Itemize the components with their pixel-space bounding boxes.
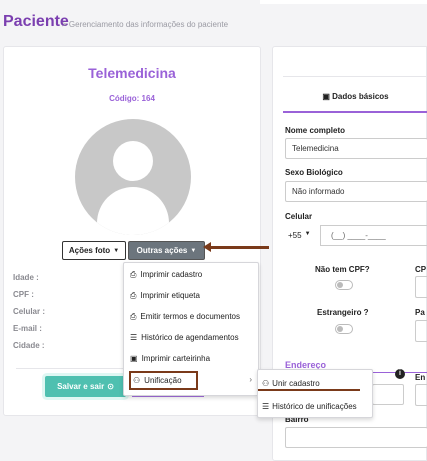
check-circle-icon: ⊙ [107, 382, 114, 391]
pais-label: Pa [415, 308, 425, 317]
salvar-sair-button[interactable]: Salvar e sair ⊙ [45, 376, 126, 397]
nao-tem-cpf-label: Não tem CPF? [315, 265, 370, 274]
tab-dados-basicos[interactable]: ▣ Dados básicos [283, 92, 427, 101]
ddi-select[interactable]: +55 ▼ [288, 231, 311, 240]
patient-info-list: Idade : CPF : Celular : E-mail : Cidade … [13, 269, 45, 354]
submenu-item-historico-unificacoes[interactable]: ☰ Histórico de unificações [262, 397, 357, 415]
list-icon: ☰ [262, 401, 270, 411]
sexo-label: Sexo Biológico [285, 168, 343, 177]
cpf-label: CP [415, 265, 427, 274]
outras-acoes-button[interactable]: Outras ações ▼ [128, 241, 205, 260]
printer-icon: ⎙ [130, 311, 137, 321]
id-card-icon: ▣ [322, 92, 330, 101]
estrangeiro-label: Estrangeiro ? [317, 308, 369, 317]
cpf-input[interactable] [415, 276, 427, 298]
avatar-head-shape [113, 141, 153, 181]
menu-item-label: Emitir termos e documentos [140, 312, 240, 321]
tab-active-indicator [283, 111, 427, 113]
info-label-celular: Celular : [13, 307, 46, 316]
menu-item-unificacao[interactable]: ⚇ Unificação [129, 371, 198, 390]
menu-item-label: Unificação [144, 376, 182, 385]
caret-down-icon: ▼ [190, 247, 197, 254]
estrangeiro-toggle[interactable] [335, 324, 353, 334]
info-icon[interactable]: i [395, 369, 405, 379]
avatar-body-shape [97, 187, 169, 235]
acoes-foto-button[interactable]: Ações foto ▼ [62, 241, 126, 260]
sexo-select[interactable]: Não informado [285, 181, 427, 202]
ddi-value: +55 [288, 231, 302, 240]
annotation-arrow-shaft [207, 246, 269, 249]
breadcrumb: > Gerenciamento das informações do pacie… [62, 20, 229, 29]
page-title: Paciente [3, 13, 69, 30]
menu-item-emitir-termos[interactable]: ⎙ Emitir termos e documentos [128, 307, 258, 326]
annotation-underline [258, 389, 360, 391]
nome-label: Nome completo [285, 126, 346, 135]
menu-item-imprimir-cadastro[interactable]: ⎙ Imprimir cadastro [128, 265, 258, 284]
menu-item-label: Histórico de agendamentos [141, 333, 239, 342]
tab-dados-basicos-label: Dados básicos [332, 92, 389, 101]
top-bar [260, 0, 427, 4]
acoes-foto-label: Ações foto [68, 246, 111, 255]
users-icon: ⚇ [262, 378, 270, 388]
info-label-email: E-mail : [13, 324, 42, 333]
info-label-idade: Idade : [13, 273, 39, 282]
caret-down-icon: ▼ [304, 231, 311, 237]
numero-input[interactable] [372, 384, 404, 405]
chevron-right-icon: › [249, 375, 252, 384]
caret-down-icon: ▼ [113, 247, 120, 254]
submenu-item-label: Unir cadastro [272, 378, 320, 388]
endereco-field-label: En [415, 373, 426, 382]
id-card-icon: ▣ [130, 354, 138, 363]
unificacao-submenu: ⚇ Unir cadastro ☰ Histórico de unificaçõ… [257, 369, 373, 418]
salvar-sair-label: Salvar e sair [57, 382, 105, 391]
outras-acoes-label: Outras ações [136, 246, 188, 255]
avatar [75, 119, 191, 235]
info-label-cpf: CPF : [13, 290, 34, 299]
nome-value: Telemedicina [292, 144, 339, 153]
menu-item-imprimir-etiqueta[interactable]: ⎙ Imprimir etiqueta [128, 286, 258, 305]
menu-item-label: Imprimir cadastro [140, 270, 203, 279]
phone-placeholder: (__) ____-____ [331, 231, 386, 240]
outras-acoes-menu: ⎙ Imprimir cadastro ⎙ Imprimir etiqueta … [123, 262, 259, 396]
menu-item-imprimir-carteirinha[interactable]: ▣ Imprimir carteirinha [128, 349, 258, 368]
printer-icon: ⎙ [130, 290, 137, 300]
endereco-input[interactable] [415, 384, 427, 406]
celular-label: Celular [285, 212, 313, 221]
list-icon: ☰ [130, 333, 138, 342]
phone-input[interactable]: (__) ____-____ [320, 225, 427, 246]
sexo-value: Não informado [292, 187, 345, 196]
printer-icon: ⎙ [130, 269, 137, 279]
patient-name: Telemedicina [88, 65, 176, 81]
menu-item-label: Imprimir etiqueta [140, 291, 200, 300]
page-header: Paciente > Gerenciamento das informações… [0, 0, 427, 44]
info-label-cidade: Cidade : [13, 341, 45, 350]
nome-input[interactable]: Telemedicina [285, 138, 427, 159]
bairro-input[interactable] [285, 427, 427, 448]
submenu-item-label: Histórico de unificações [272, 401, 357, 411]
divider [283, 76, 427, 77]
patient-code: Código: 164 [109, 94, 155, 103]
menu-item-historico-agendamentos[interactable]: ☰ Histórico de agendamentos [128, 328, 258, 347]
annotation-arrow-icon [203, 242, 211, 252]
menu-item-label: Imprimir carteirinha [141, 354, 211, 363]
pais-input[interactable] [415, 320, 427, 342]
nao-tem-cpf-toggle[interactable] [335, 280, 353, 290]
users-icon: ⚇ [133, 376, 141, 385]
